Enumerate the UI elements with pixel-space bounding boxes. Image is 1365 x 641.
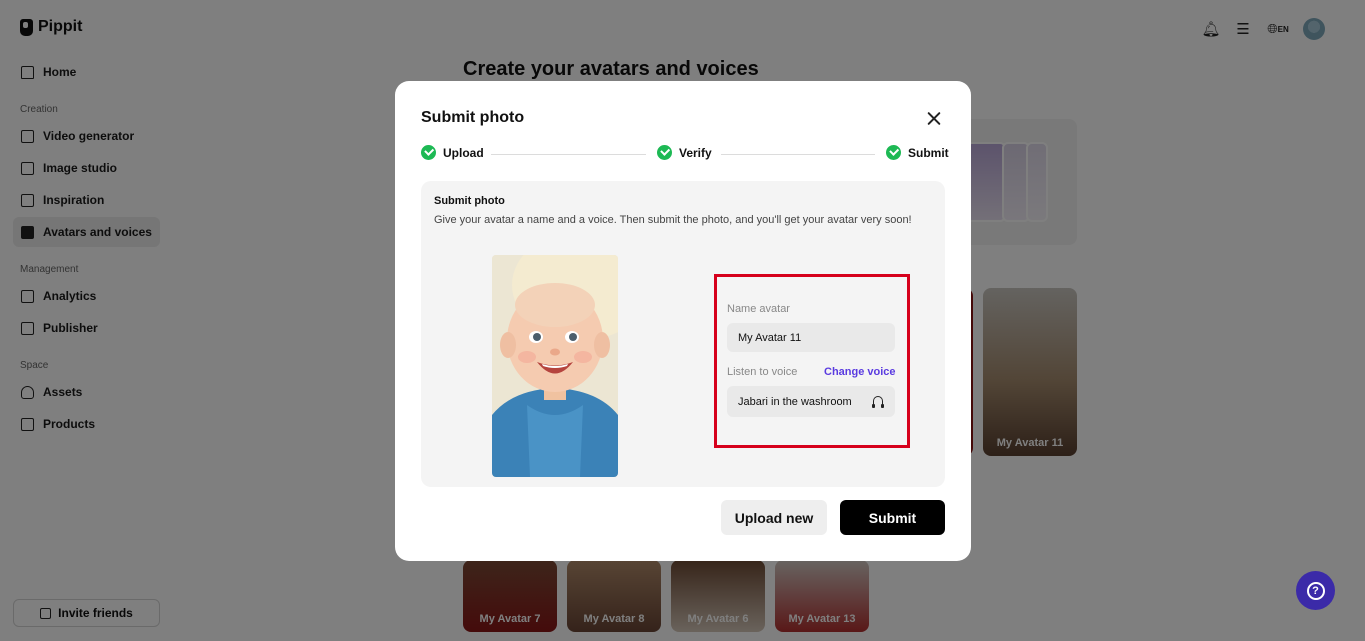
voice-preview-field[interactable]: Jabari in the washroom [727, 386, 895, 417]
help-button[interactable]: ? [1296, 571, 1335, 610]
panel-description: Give your avatar a name and a voice. The… [434, 214, 912, 226]
step-label: Submit [908, 145, 949, 160]
step-connector [721, 154, 875, 155]
panel-title: Submit photo [434, 195, 505, 207]
step-label: Verify [679, 145, 712, 160]
headphones-icon[interactable] [872, 396, 884, 408]
highlight-box [714, 274, 910, 448]
voice-value: Jabari in the washroom [738, 395, 852, 408]
submit-panel: Submit photo Give your avatar a name and… [421, 181, 945, 487]
close-icon[interactable] [924, 109, 944, 129]
step-submit: Submit [886, 145, 949, 160]
upload-new-button[interactable]: Upload new [721, 500, 827, 535]
baby-photo-illustration [492, 255, 618, 477]
change-voice-link[interactable]: Change voice [824, 366, 896, 378]
dialog-title: Submit photo [421, 109, 525, 126]
submit-button[interactable]: Submit [840, 500, 945, 535]
question-icon: ? [1306, 581, 1325, 600]
step-label: Upload [443, 145, 484, 160]
avatar-name-value: My Avatar 11 [738, 331, 802, 344]
step-verify: Verify [657, 145, 712, 160]
check-circle-icon [886, 145, 901, 160]
check-circle-icon [421, 145, 436, 160]
name-avatar-label: Name avatar [727, 303, 790, 315]
listen-voice-label: Listen to voice [727, 366, 798, 378]
check-circle-icon [657, 145, 672, 160]
step-connector [491, 154, 646, 155]
submitted-photo [492, 255, 618, 477]
submit-photo-dialog: Submit photo Upload Verify Submit Submit… [395, 81, 971, 561]
avatar-name-field[interactable]: My Avatar 11 [727, 323, 895, 352]
step-upload: Upload [421, 145, 484, 160]
